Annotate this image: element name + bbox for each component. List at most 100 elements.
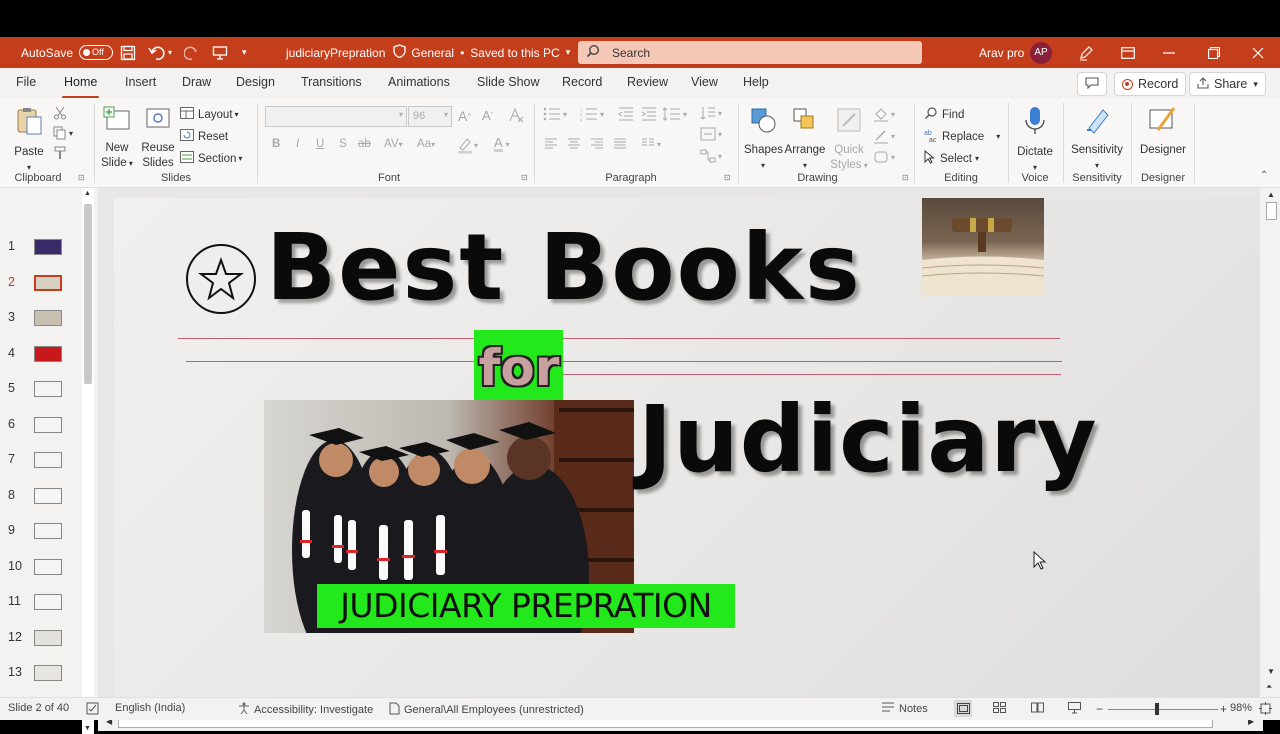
format-painter-icon[interactable] [53,146,67,160]
layout-button[interactable]: Layout ▾ [180,107,239,122]
avatar[interactable]: AP [1030,37,1052,68]
minimize-icon[interactable] [1163,37,1175,68]
save-icon[interactable] [120,37,136,68]
zoom-slider-handle[interactable] [1155,703,1159,715]
for-word[interactable]: for [476,330,562,406]
redo-icon[interactable] [184,37,200,68]
font-color-icon[interactable]: A ▾ [494,136,510,152]
decrease-font-icon[interactable]: Aˇ [482,108,493,123]
highlight-icon[interactable]: ▾ [456,136,478,154]
record-button[interactable]: Record [1114,72,1187,96]
paste-button[interactable]: Paste ▾ [12,106,46,175]
underline-icon[interactable]: U [316,138,324,150]
increase-indent-icon[interactable] [641,107,657,121]
font-size-dropdown[interactable]: 96 ▾ [408,106,452,127]
tab-home[interactable]: Home [61,75,100,99]
restore-icon[interactable] [1208,37,1220,68]
dictate-button[interactable]: Dictate ▾ [1014,106,1056,175]
quick-styles-button[interactable]: Quick Styles ▾ [829,106,869,173]
slide-thumbnail[interactable]: 5 [0,379,80,399]
fit-to-window-icon[interactable] [1259,702,1272,715]
tab-view[interactable]: View [691,75,718,89]
share-button[interactable]: Share ▾ [1189,72,1266,96]
slide-thumbnail[interactable]: 12 [0,628,80,648]
clear-formatting-icon[interactable] [508,107,524,123]
notes-button[interactable]: Notes [881,702,928,715]
comments-button[interactable] [1077,72,1107,96]
slide-thumbnail[interactable]: 13 [0,663,80,683]
character-spacing-icon[interactable]: AV ▾ [384,138,403,150]
align-text-icon[interactable]: ▾ [700,127,722,141]
banner-text[interactable]: JUDICIARY PREPRATION [317,584,735,628]
reset-button[interactable]: Reset [180,129,228,144]
scroll-down-icon[interactable]: ▼ [1267,667,1275,676]
tab-animations[interactable]: Animations [388,75,450,89]
text-direction-icon[interactable]: ▾ [700,105,722,121]
bold-icon[interactable]: B [272,138,280,150]
zoom-slider-track[interactable] [1108,709,1218,710]
scroll-up-icon[interactable]: ▲ [84,190,91,197]
present-icon[interactable] [212,37,228,68]
strikethrough-icon[interactable]: ab [358,138,371,150]
new-slide-button[interactable]: New Slide ▾ [100,106,134,171]
reuse-slides-button[interactable]: Reuse Slides [141,106,175,171]
sensitivity-status[interactable]: General\All Employees (unrestricted) [389,702,584,718]
shape-effects-icon[interactable]: ▾ [873,150,895,164]
tab-help[interactable]: Help [743,75,769,89]
increase-font-icon[interactable]: A ^ [458,108,471,124]
copy-icon[interactable]: ▾ [53,126,73,140]
pen-icon[interactable] [1078,37,1094,68]
zoom-out-icon[interactable]: − [1096,702,1103,716]
slide-thumbnail[interactable]: 3 [0,308,80,328]
tab-insert[interactable]: Insert [125,75,156,89]
align-right-icon[interactable] [590,138,604,150]
align-center-icon[interactable] [567,138,581,150]
collapse-ribbon-icon[interactable]: ⌃ [1260,170,1268,181]
decrease-indent-icon[interactable] [618,107,634,121]
slide-canvas[interactable]: Best Books for Judiciary JUDICIARY PREPR… [114,198,1260,715]
font-dialog-launcher-icon[interactable]: ⊡ [521,173,528,182]
tab-record[interactable]: Record [562,75,602,89]
search-box[interactable]: Search [578,41,922,64]
slide-thumbnail[interactable]: 4 [0,344,80,364]
slide-sorter-icon[interactable] [993,702,1006,713]
normal-view-icon[interactable] [954,700,972,717]
customize-qat-icon[interactable]: ▾ [242,37,247,68]
slide-title-line2[interactable]: Judiciary [638,386,1098,493]
italic-icon[interactable]: I [296,138,299,150]
tab-slide-show[interactable]: Slide Show [477,75,540,89]
drawing-dialog-launcher-icon[interactable]: ⊡ [902,173,909,182]
previous-slide-icon[interactable]: ⏶ [1266,682,1272,692]
slide-thumbnail[interactable]: 8 [0,486,80,506]
tab-file[interactable]: File [16,75,36,89]
tab-review[interactable]: Review [627,75,668,89]
undo-icon[interactable]: ▾ [148,37,172,68]
numbering-icon[interactable]: 1 2 3 ▾ [580,107,604,121]
user-name[interactable]: Arav pro [979,37,1024,68]
language[interactable]: English (India) [115,702,185,714]
shape-outline-icon[interactable]: ▾ [873,128,895,144]
slide-thumbnail[interactable]: 9 [0,521,80,541]
slide-title-line1[interactable]: Best Books [266,214,862,321]
close-icon[interactable] [1252,37,1264,68]
find-button[interactable]: Find [924,106,964,123]
slide-thumbnail[interactable]: 1 [0,237,80,257]
columns-icon[interactable]: ▾ [641,138,661,150]
slide-thumbnail[interactable]: 6 [0,415,80,435]
tab-design[interactable]: Design [236,75,275,89]
smartart-icon[interactable]: ▾ [700,149,722,163]
scroll-thumb[interactable] [1266,202,1277,220]
shape-fill-icon[interactable]: ▾ [873,106,895,122]
paragraph-dialog-launcher-icon[interactable]: ⊡ [724,173,731,182]
justify-icon[interactable] [613,138,627,150]
tab-draw[interactable]: Draw [182,75,211,89]
bullets-icon[interactable]: ▾ [543,107,567,121]
replace-button[interactable]: ab ac Replace ▾ [924,128,1000,145]
scroll-down-icon[interactable]: ▼ [84,725,91,732]
dialog-launcher-icon[interactable]: ⊡ [78,173,85,182]
reading-view-icon[interactable] [1031,702,1044,713]
spellcheck-icon[interactable] [86,702,99,715]
autosave-toggle[interactable]: Off [79,45,114,60]
slide-vertical-scrollbar[interactable]: ▲ ▼ ⏶ ⏷ [1263,188,1280,715]
slideshow-icon[interactable] [1068,702,1081,714]
